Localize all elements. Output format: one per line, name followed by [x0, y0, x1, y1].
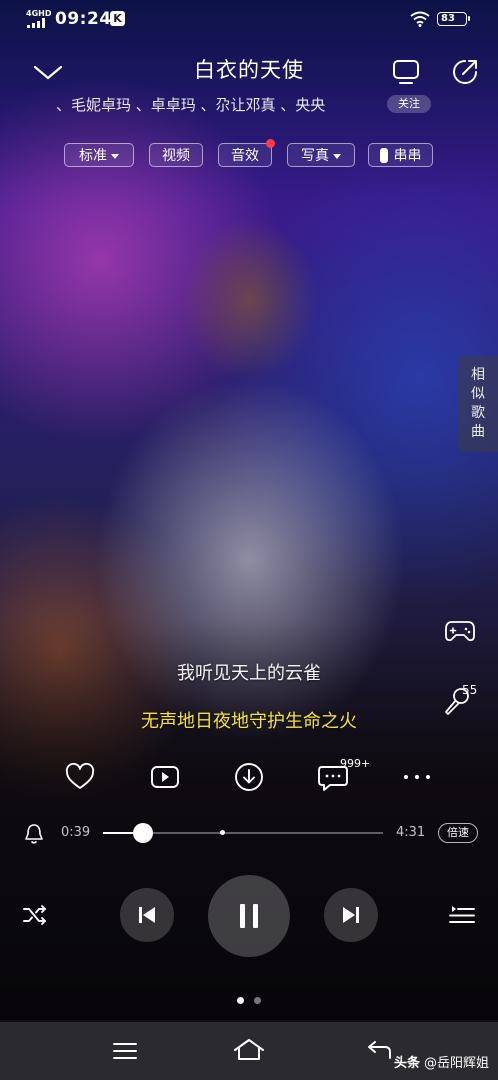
page-dot: [237, 997, 244, 1004]
skip-previous-icon: [139, 907, 155, 923]
back-icon[interactable]: [365, 1038, 393, 1062]
watermark-brand: 头条: [394, 1056, 421, 1071]
total-time: 4:31: [396, 825, 426, 840]
lyric-line[interactable]: 我听见天上的云雀: [0, 659, 498, 685]
alarm-bell-icon[interactable]: [24, 823, 44, 845]
sound-effect-button[interactable]: 音效: [218, 139, 275, 167]
photo-dropdown[interactable]: 写真: [287, 143, 355, 167]
quality-dropdown[interactable]: 标准: [64, 143, 134, 167]
like-heart-icon[interactable]: [63, 760, 97, 794]
similar-songs-label: 相似歌曲: [471, 367, 485, 440]
similar-songs-tab[interactable]: 相似歌曲: [458, 356, 498, 452]
status-bar: 4GHD 09:24 K 83: [0, 0, 498, 38]
download-icon[interactable]: [232, 760, 266, 794]
source-watermark: 头条 @岳阳辉姐: [394, 1052, 489, 1071]
notification-dot: [266, 139, 275, 148]
wifi-icon: [410, 11, 430, 27]
menu-icon[interactable]: [112, 1040, 138, 1062]
karaoke-count: 55: [462, 683, 478, 697]
cast-screen-icon[interactable]: [391, 57, 421, 87]
pause-icon: [240, 904, 258, 928]
pause-button[interactable]: [208, 875, 290, 957]
climax-marker: [220, 830, 225, 835]
battery-icon: 83: [437, 12, 470, 26]
artist-list[interactable]: 、毛妮卓玛 、卓卓玛 、尕让邓真 、央央: [56, 94, 376, 115]
share-icon[interactable]: [450, 57, 480, 87]
app-notification-icon: K: [110, 11, 125, 26]
chuanchuan-label: 串串: [393, 148, 422, 164]
music-video-icon[interactable]: [148, 760, 182, 794]
elapsed-time: 0:39: [61, 825, 91, 840]
follow-button[interactable]: 关注: [387, 95, 431, 113]
home-icon[interactable]: [232, 1037, 266, 1063]
comment-count: 999+: [340, 757, 371, 770]
sound-effect-label: 音效: [231, 148, 259, 164]
playback-speed-button[interactable]: 倍速: [438, 823, 478, 843]
page-dot: [254, 997, 261, 1004]
video-button[interactable]: 视频: [149, 143, 203, 167]
quality-label: 标准: [79, 148, 107, 164]
current-lyric-line[interactable]: 无声地日夜地守护生命之火: [0, 707, 498, 733]
signal-icon: [27, 18, 47, 28]
playlist-queue-icon[interactable]: [448, 903, 476, 927]
caret-down-icon: [333, 153, 341, 159]
photo-label: 写真: [301, 148, 329, 164]
more-options-icon[interactable]: [400, 760, 434, 794]
previous-track-button[interactable]: [120, 888, 174, 942]
mode-chips: 标准 视频 音效 写真 串串: [0, 139, 498, 169]
status-time: 09:24: [55, 9, 112, 29]
caret-down-icon: [111, 153, 119, 159]
battery-level: 83: [441, 13, 455, 24]
gamepad-icon[interactable]: [444, 618, 476, 644]
artists-row: 、毛妮卓玛 、卓卓玛 、尕让邓真 、央央 关注: [0, 92, 498, 116]
progress-slider[interactable]: [103, 823, 383, 843]
page-indicator: [0, 997, 498, 1005]
next-track-button[interactable]: [324, 888, 378, 942]
video-label: 视频: [162, 148, 190, 164]
network-type: 4GHD: [26, 9, 52, 18]
shuffle-icon[interactable]: [22, 903, 48, 927]
watermark-handle: @岳阳辉姐: [424, 1056, 490, 1071]
skip-next-icon: [343, 907, 359, 923]
song-title: 白衣的天使: [194, 58, 304, 82]
toggle-pill-icon: [379, 147, 388, 163]
chuanchuan-button[interactable]: 串串: [368, 143, 433, 167]
